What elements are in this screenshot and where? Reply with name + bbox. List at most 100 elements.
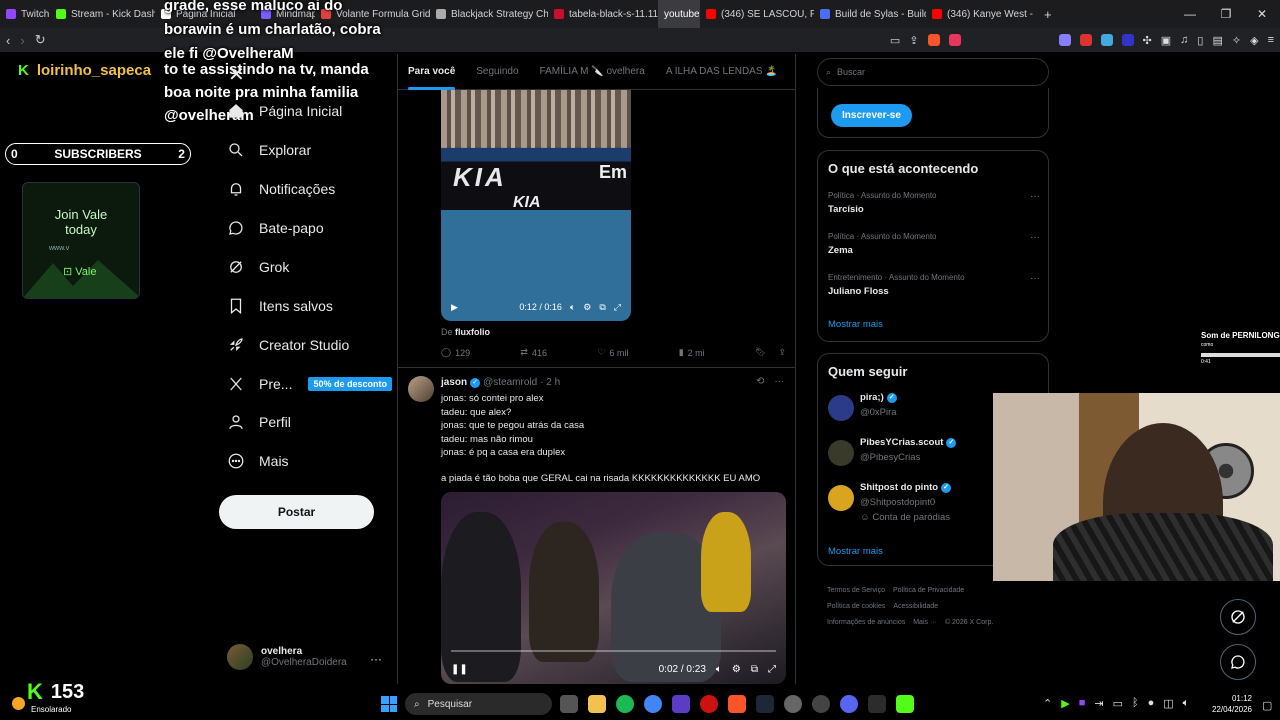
footer-link[interactable]: Termos de Serviço xyxy=(827,587,885,594)
new-tab-icon[interactable]: + xyxy=(1036,7,1060,22)
video-progress[interactable] xyxy=(451,650,776,652)
footer-link[interactable]: © 2026 X Corp. xyxy=(945,619,993,626)
forward-icon[interactable]: › xyxy=(20,33,24,48)
volume-icon[interactable]: 🔈︎ xyxy=(570,302,575,313)
kick-icon[interactable] xyxy=(896,695,914,713)
x-close-icon[interactable]: ✕ xyxy=(228,62,245,87)
settings-icon[interactable]: ⚙︎ xyxy=(583,302,591,313)
minimize-icon[interactable]: — xyxy=(1172,7,1208,21)
puzzle-icon[interactable]: ✣ xyxy=(1143,34,1152,47)
subscribe-button[interactable]: Inscrever-se xyxy=(831,104,912,127)
bookmark-icon[interactable]: 🔖︎ xyxy=(755,347,766,358)
opera-icon[interactable] xyxy=(700,695,718,713)
sidebar-item-notifica-es[interactable]: Notificações xyxy=(227,180,335,198)
brave-rewards-icon[interactable] xyxy=(948,33,961,46)
mic-icon[interactable]: ● xyxy=(1148,697,1155,710)
screenshot-icon[interactable]: ▣ xyxy=(1161,34,1171,47)
chrome-icon[interactable] xyxy=(644,695,662,713)
footer-link[interactable]: Informações de anúncios xyxy=(827,619,905,626)
pip-icon[interactable]: ⧉ xyxy=(599,302,605,313)
app-icon[interactable] xyxy=(672,695,690,713)
repost-button[interactable]: ⇄ 416 xyxy=(520,347,547,358)
volume-icon[interactable]: 🔈︎ xyxy=(1183,697,1190,710)
follow-suggestion[interactable]: PibesYCrias.scout ✓ @PibesyCrias xyxy=(828,437,957,466)
sidebar-item-itens-salvos[interactable]: Itens salvos xyxy=(227,297,333,315)
notifications-icon[interactable]: ▢ xyxy=(1262,699,1272,712)
sidebar-icon[interactable]: ▯ xyxy=(1197,34,1203,47)
more-icon[interactable]: ··· xyxy=(1030,273,1040,284)
wallet-icon[interactable]: ▤ xyxy=(1212,34,1222,47)
brave-shield-icon[interactable] xyxy=(927,33,940,46)
more-icon[interactable]: ··· xyxy=(1030,191,1040,202)
back-icon[interactable]: ‹ xyxy=(6,33,10,48)
app-icon[interactable] xyxy=(812,695,830,713)
settings-icon[interactable]: ⚙︎ xyxy=(732,664,741,675)
task-view-icon[interactable] xyxy=(560,695,578,713)
browser-tab[interactable]: tabela-black-s-11.11 xyxy=(548,0,658,28)
fullscreen-icon[interactable]: ⤢ xyxy=(768,664,776,675)
account-switcher[interactable]: ovelhera @OvelheraDoidera xyxy=(227,644,347,670)
sidebar-item-grok[interactable]: Grok xyxy=(227,258,289,276)
trend-item[interactable]: Entretenimento · Assunto do Momento Julia… xyxy=(828,273,1040,297)
browser-tab[interactable]: Blackjack Strategy Ch xyxy=(430,0,548,28)
tray-app-icon[interactable]: ▶ xyxy=(1061,697,1069,710)
sidebar-item-bate-papo[interactable]: Bate-papo xyxy=(227,219,324,237)
network-icon[interactable]: ◫ xyxy=(1163,697,1173,710)
bluetooth-icon[interactable]: ᛒ xyxy=(1132,697,1139,710)
tweet-time[interactable]: · 2 h xyxy=(540,377,560,388)
pip-icon[interactable]: ⧉ xyxy=(751,664,758,675)
sidebar-item-explorar[interactable]: Explorar xyxy=(227,141,311,159)
tray-app-icon[interactable]: ⇥ xyxy=(1094,697,1103,710)
reload-icon[interactable]: ↻ xyxy=(35,32,46,48)
follow-suggestion[interactable]: Shitpost do pinto ✓ @Shitpostdopint0 ☺ Cont… xyxy=(828,482,952,523)
pause-icon[interactable]: ❚❚ xyxy=(451,664,468,675)
brave-icon[interactable] xyxy=(728,695,746,713)
feed-tab[interactable]: FAMÍLIA M 🔪 ovelhera xyxy=(540,54,645,90)
extension-icon[interactable] xyxy=(1079,33,1092,46)
taskbar-search[interactable]: ⌕ Pesquisar xyxy=(405,693,552,715)
footer-link[interactable]: Política de Privacidade xyxy=(893,587,964,594)
account-more-icon[interactable]: ··· xyxy=(370,652,382,666)
tray-app-icon[interactable]: ▭ xyxy=(1113,697,1123,710)
messages-fab[interactable] xyxy=(1220,644,1256,680)
windows-start-icon[interactable] xyxy=(381,696,397,712)
close-icon[interactable]: ✕ xyxy=(1244,7,1280,21)
music-icon[interactable]: ♫ xyxy=(1180,34,1188,47)
share-icon[interactable]: ⇪ xyxy=(909,34,918,47)
cast-icon[interactable]: ▭ xyxy=(890,34,900,47)
premium-discount-badge[interactable]: 50% de desconto xyxy=(308,377,392,391)
follow-suggestion[interactable]: pira;) ✓ @0xPira xyxy=(828,392,897,421)
follow-show-more[interactable]: Mostrar mais xyxy=(828,546,883,557)
tray-app-icon[interactable]: ■ xyxy=(1079,697,1086,710)
fullscreen-icon[interactable]: ⤢ xyxy=(614,302,621,313)
feed-tab[interactable]: Seguindo xyxy=(476,54,518,90)
sidebar-item-p-gina-inicial[interactable]: Página Inicial xyxy=(227,102,342,120)
tweet-author-name[interactable]: jason xyxy=(441,377,467,388)
search-input[interactable]: ⌕ Buscar xyxy=(817,58,1049,86)
source-link[interactable]: fluxfolio xyxy=(455,327,490,337)
app-icon[interactable] xyxy=(868,695,886,713)
file-explorer-icon[interactable] xyxy=(588,695,606,713)
extension-icon[interactable] xyxy=(1058,33,1071,46)
sidebar-item-pre[interactable]: Pre... 50% de desconto xyxy=(227,375,392,393)
sidebar-item-creator-studio[interactable]: Creator Studio xyxy=(227,336,349,354)
taskbar-clock[interactable]: 01:12 22/04/2026 xyxy=(1208,693,1252,715)
chevron-up-icon[interactable]: ⌃ xyxy=(1043,697,1052,710)
feed-tab[interactable]: Para você xyxy=(408,54,456,90)
extension-icon[interactable] xyxy=(1121,33,1134,46)
maximize-icon[interactable]: ❐ xyxy=(1208,7,1244,21)
play-icon[interactable]: ▶ xyxy=(451,302,458,313)
grok-fab[interactable] xyxy=(1220,599,1256,635)
vpn-icon[interactable]: ◈ xyxy=(1250,34,1258,47)
avatar[interactable] xyxy=(408,376,434,402)
menu-icon[interactable]: ≡ xyxy=(1268,34,1274,47)
steam-icon[interactable] xyxy=(756,695,774,713)
tennis-video[interactable]: KIA KIA Em ▶ 0:12 / 0:16 🔈︎ ⚙︎ ⧉ ⤢ xyxy=(441,90,631,321)
sidebar-item-mais[interactable]: Mais xyxy=(227,452,289,470)
trend-item[interactable]: Política · Assunto do Momento Zema ··· xyxy=(828,232,1040,256)
app-icon[interactable] xyxy=(784,695,802,713)
footer-link[interactable]: Política de cookies xyxy=(827,603,885,610)
post-button[interactable]: Postar xyxy=(219,495,374,529)
more-icon[interactable]: ··· xyxy=(1030,232,1040,243)
footer-link[interactable]: Acessibilidade xyxy=(893,603,938,610)
